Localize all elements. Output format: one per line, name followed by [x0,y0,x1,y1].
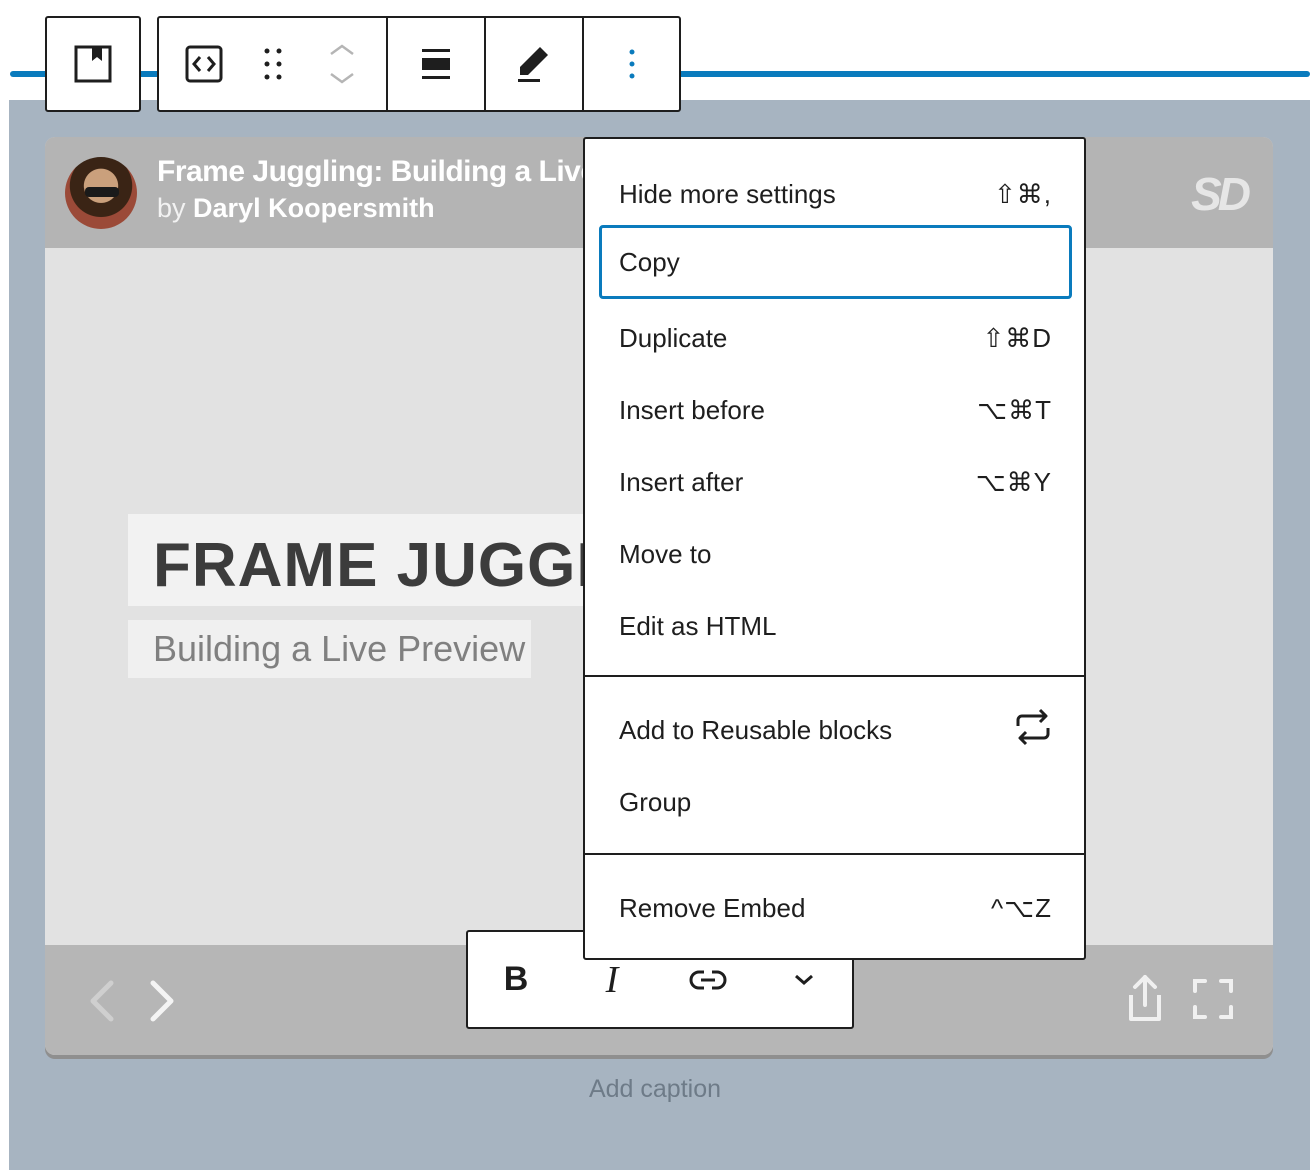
menu-item-hide-more-settings[interactable]: Hide more settings ⇧⌘, [599,157,1072,231]
menu-item-label: Hide more settings [619,178,836,209]
menu-item-label: Edit as HTML [619,610,777,641]
menu-item-insert-before[interactable]: Insert before ⌥⌘T [599,373,1072,447]
menu-item-move-to[interactable]: Move to [599,517,1072,591]
reusable-block-icon [1014,708,1052,753]
menu-item-group[interactable]: Group [599,765,1072,839]
slide-title: FRAME JUGGLI [153,531,634,600]
previous-slide-icon[interactable] [85,977,119,1034]
author-name[interactable]: Daryl Koopersmith [193,193,435,223]
slide-subtitle-box: Building a Live Preview [128,620,531,678]
embed-block-icon[interactable] [47,18,139,110]
speakerdeck-logo-icon: SD [1191,168,1251,220]
block-type-toolbar [45,16,141,112]
more-options-icon[interactable] [584,18,679,110]
slide-subtitle: Building a Live Preview [153,628,526,669]
menu-item-shortcut: ⌥⌘T [977,394,1052,425]
share-icon[interactable] [1123,973,1167,1023]
menu-item-copy[interactable]: Copy [599,225,1072,299]
menu-item-shortcut: ⌥⌘Y [975,466,1052,497]
block-mover-group [159,18,388,110]
slide-title-box: FRAME JUGGLI [128,514,648,606]
block-toolbar [157,16,681,112]
html-code-icon[interactable] [159,18,248,110]
align-icon[interactable] [388,18,486,110]
caption-input[interactable]: Add caption [0,1075,1310,1104]
move-up-down-icon[interactable] [298,18,386,110]
fullscreen-icon[interactable] [1191,977,1235,1021]
embed-byline: by Daryl Koopersmith [157,193,435,224]
menu-item-remove-embed[interactable]: Remove Embed ^⌥Z [599,871,1072,945]
next-slide-icon[interactable] [145,977,179,1034]
menu-item-insert-after[interactable]: Insert after ⌥⌘Y [599,445,1072,519]
author-avatar [65,157,137,229]
menu-item-shortcut: ⇧⌘D [982,322,1052,353]
embed-title[interactable]: Frame Juggling: Building a Live [157,155,597,189]
menu-item-label: Insert before [619,394,765,425]
drag-handle-icon[interactable] [248,18,298,110]
menu-item-label: Group [619,786,692,817]
menu-item-shortcut: ⇧⌘, [993,178,1052,209]
menu-divider [585,853,1084,855]
byline-prefix: by [157,193,186,223]
menu-item-label: Move to [619,538,712,569]
menu-item-shortcut: ^⌥Z [990,892,1052,923]
edit-pencil-icon[interactable] [486,18,584,110]
menu-item-label: Copy [619,246,680,277]
menu-item-label: Remove Embed [619,892,806,923]
menu-item-add-to-reusable-blocks[interactable]: Add to Reusable blocks [599,693,1072,767]
menu-item-duplicate[interactable]: Duplicate ⇧⌘D [599,301,1072,375]
menu-item-label: Add to Reusable blocks [619,714,893,745]
menu-divider [585,675,1084,677]
menu-item-label: Duplicate [619,322,728,353]
block-settings-menu: Hide more settings ⇧⌘, Copy Duplicate ⇧⌘… [583,137,1086,960]
menu-item-label: Insert after [619,466,744,497]
menu-item-edit-as-html[interactable]: Edit as HTML [599,589,1072,663]
bold-button[interactable]: B [468,932,564,1027]
